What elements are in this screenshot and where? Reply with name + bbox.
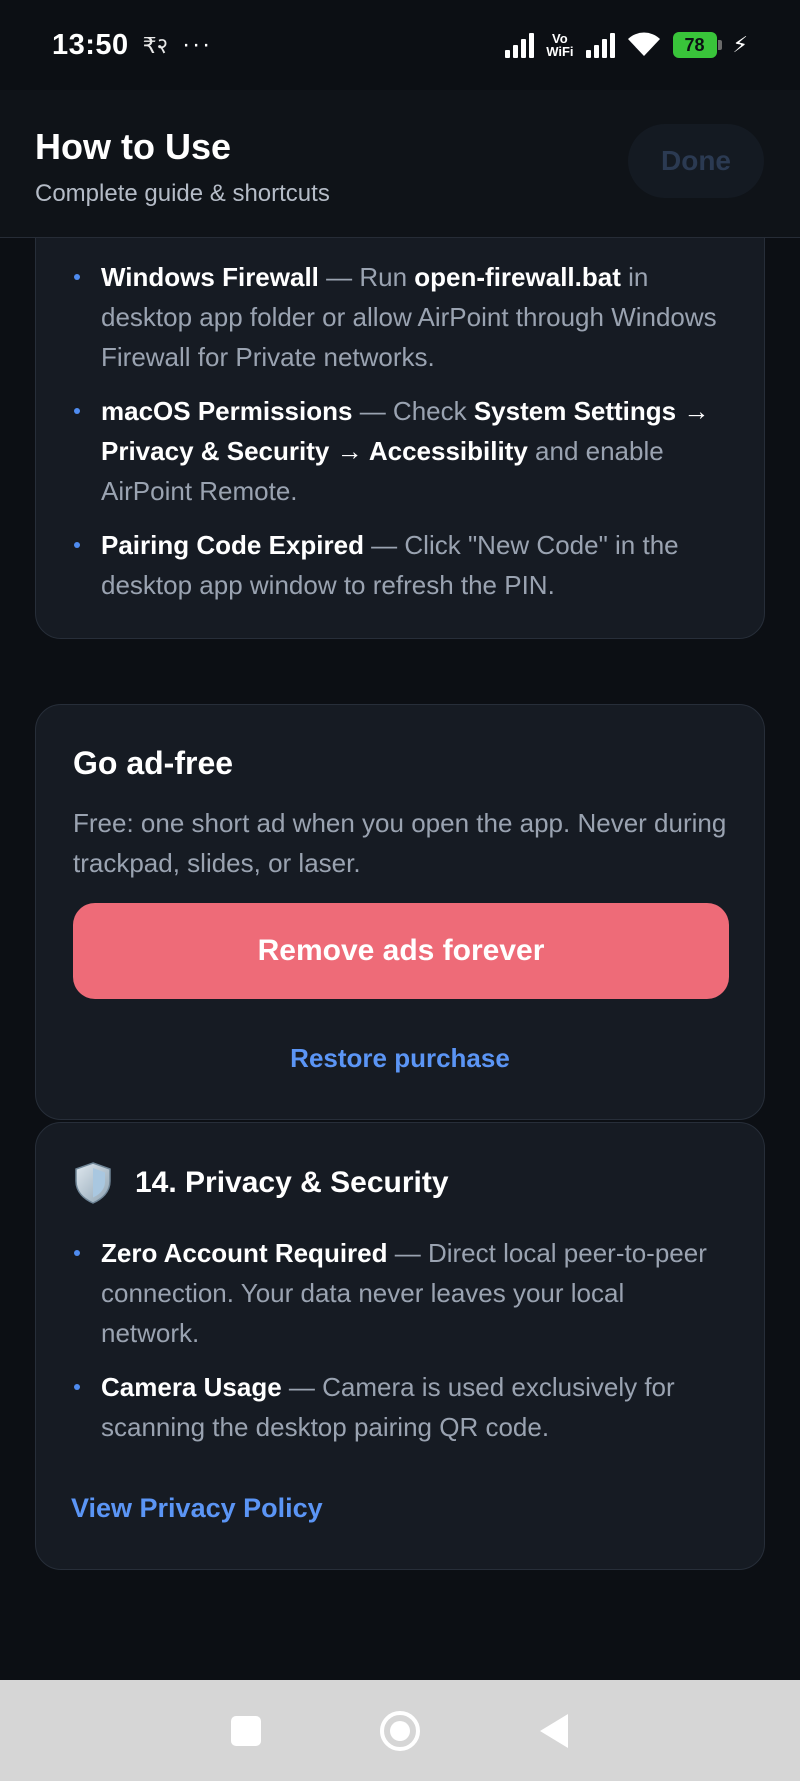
signal-icon <box>505 32 535 58</box>
battery-level: 78 <box>684 34 705 55</box>
item-title: Camera Usage <box>101 1372 282 1402</box>
status-time: 13:50 <box>52 28 129 61</box>
troubleshooting-list: Windows Firewall — Run open-firewall.bat… <box>36 257 764 619</box>
vowifi-bottom: WiFi <box>546 44 574 59</box>
privacy-list: Zero Account Required — Direct local pee… <box>36 1233 764 1461</box>
home-button[interactable] <box>378 1709 422 1753</box>
status-bar: 13:50 ₹२ ··· Vo WiFi 78 ⚡︎ <box>0 0 800 90</box>
ad-free-card: Go ad-free Free: one short ad when you o… <box>35 704 765 1120</box>
item-title: Pairing Code Expired <box>101 530 364 560</box>
list-item: Pairing Code Expired — Click "New Code" … <box>36 525 764 605</box>
item-title: Windows Firewall <box>101 262 319 292</box>
navigation-bar <box>0 1680 800 1781</box>
back-icon <box>540 1713 568 1748</box>
recents-button[interactable] <box>224 1709 268 1753</box>
status-right: Vo WiFi 78 ⚡︎ <box>505 32 748 58</box>
list-item: macOS Permissions — Check System Setting… <box>36 391 764 511</box>
item-code: open-firewall.bat <box>414 262 621 292</box>
item-title: macOS Permissions <box>101 396 353 426</box>
carrier-glyph: ₹२ <box>142 33 169 58</box>
remove-ads-button[interactable]: Remove ads forever <box>73 903 729 999</box>
restore-purchase-link[interactable]: Restore purchase <box>36 1043 764 1074</box>
signal-icon-2 <box>585 32 615 58</box>
vowifi-icon: Vo WiFi <box>546 32 573 58</box>
home-icon <box>380 1710 420 1751</box>
done-button[interactable]: Done <box>628 124 764 198</box>
ad-free-title: Go ad-free <box>73 745 234 781</box>
back-button[interactable] <box>532 1709 576 1753</box>
list-item: Zero Account Required — Direct local pee… <box>36 1233 764 1353</box>
charging-icon: ⚡︎ <box>732 32 748 57</box>
ad-free-description: Free: one short ad when you open the app… <box>73 808 727 878</box>
page-title: How to Use <box>35 126 232 167</box>
privacy-title: 14. Privacy & Security <box>135 1166 449 1199</box>
item-sep: — Check <box>352 396 474 426</box>
view-privacy-policy-link[interactable]: View Privacy Policy <box>71 1493 323 1524</box>
battery-icon: 78 <box>672 32 722 58</box>
scroll-content[interactable]: Windows Firewall — Run open-firewall.bat… <box>0 238 800 1680</box>
page-subtitle: Complete guide & shortcuts <box>35 180 330 207</box>
item-sep: — Run <box>318 262 415 292</box>
shield-icon <box>75 1162 111 1204</box>
status-left: 13:50 ₹२ ··· <box>52 29 212 62</box>
list-item: Camera Usage — Camera is used exclusivel… <box>36 1367 764 1447</box>
wifi-icon <box>627 32 660 56</box>
recents-icon <box>231 1715 261 1746</box>
privacy-card: 14. Privacy & Security Zero Account Requ… <box>35 1122 765 1570</box>
more-notifications-icon: ··· <box>182 31 213 58</box>
troubleshooting-card: Windows Firewall — Run open-firewall.bat… <box>35 238 765 639</box>
app-header: How to Use Complete guide & shortcuts Do… <box>0 90 800 238</box>
privacy-header: 14. Privacy & Security <box>73 1161 449 1205</box>
list-item: Windows Firewall — Run open-firewall.bat… <box>36 257 764 377</box>
item-title: Zero Account Required <box>101 1238 388 1268</box>
